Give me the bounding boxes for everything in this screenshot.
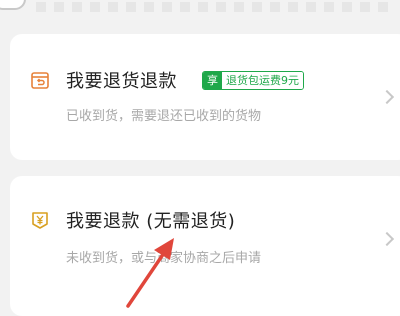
option-subtitle: 已收到货，需要退还已收到的货物	[66, 109, 262, 124]
chevron-right-icon	[379, 89, 395, 105]
cropped-text-row	[36, 2, 396, 12]
refund-yuan-icon	[32, 212, 48, 229]
option-card-refund-only[interactable]: 我要退款 (无需退货) 未收到货，或与商家协商之后申请	[10, 176, 400, 316]
annotation-arrow-icon	[126, 238, 174, 308]
partial-pill-element	[0, 0, 26, 10]
badge-tag: 享	[203, 72, 222, 89]
previous-section-strip	[0, 0, 400, 22]
return-box-icon	[31, 72, 49, 89]
chevron-right-icon	[379, 231, 395, 247]
shipping-fee-badge: 享 退货包运费9元	[202, 71, 304, 90]
option-title: 我要退货退款	[66, 71, 177, 92]
option-card-return-refund[interactable]: 我要退货退款 享 退货包运费9元 已收到货，需要退还已收到的货物	[10, 34, 400, 160]
badge-text: 退货包运费9元	[222, 72, 303, 89]
